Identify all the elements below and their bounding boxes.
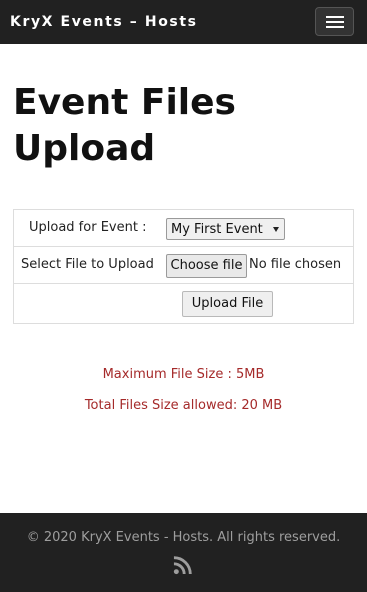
hamburger-icon-bar [326, 26, 344, 28]
file-input-label: Select File to Upload [21, 257, 154, 272]
hamburger-icon-bar [326, 21, 344, 23]
rss-icon[interactable] [173, 556, 192, 575]
footer: © 2020 KryX Events - Hosts. All rights r… [0, 513, 367, 592]
choose-file-button[interactable]: Choose file [166, 254, 247, 278]
dropdown-arrow-icon [273, 227, 279, 232]
copyright-text: © 2020 KryX Events - Hosts. All rights r… [26, 530, 341, 545]
total-size-note: Total Files Size allowed: 20 MB [84, 398, 283, 413]
upload-file-button[interactable]: Upload File [182, 291, 273, 317]
brand-link[interactable]: KryX Events – Hosts [10, 14, 198, 30]
event-select-value: My First Event [171, 222, 263, 237]
max-file-size-note: Maximum File Size : 5MB [102, 367, 265, 382]
event-select[interactable]: My First Event [166, 218, 285, 240]
upload-form-table: Upload for Event : My First Event Select… [13, 209, 354, 324]
file-status-text: No file chosen [249, 257, 342, 272]
menu-toggle-button[interactable] [315, 7, 354, 36]
page-title: Event Files Upload [13, 82, 236, 169]
navbar: KryX Events – Hosts [0, 0, 367, 44]
row-divider [14, 246, 353, 247]
event-select-label: Upload for Event : [29, 220, 147, 235]
row-divider [14, 283, 353, 284]
hamburger-icon [326, 16, 344, 18]
